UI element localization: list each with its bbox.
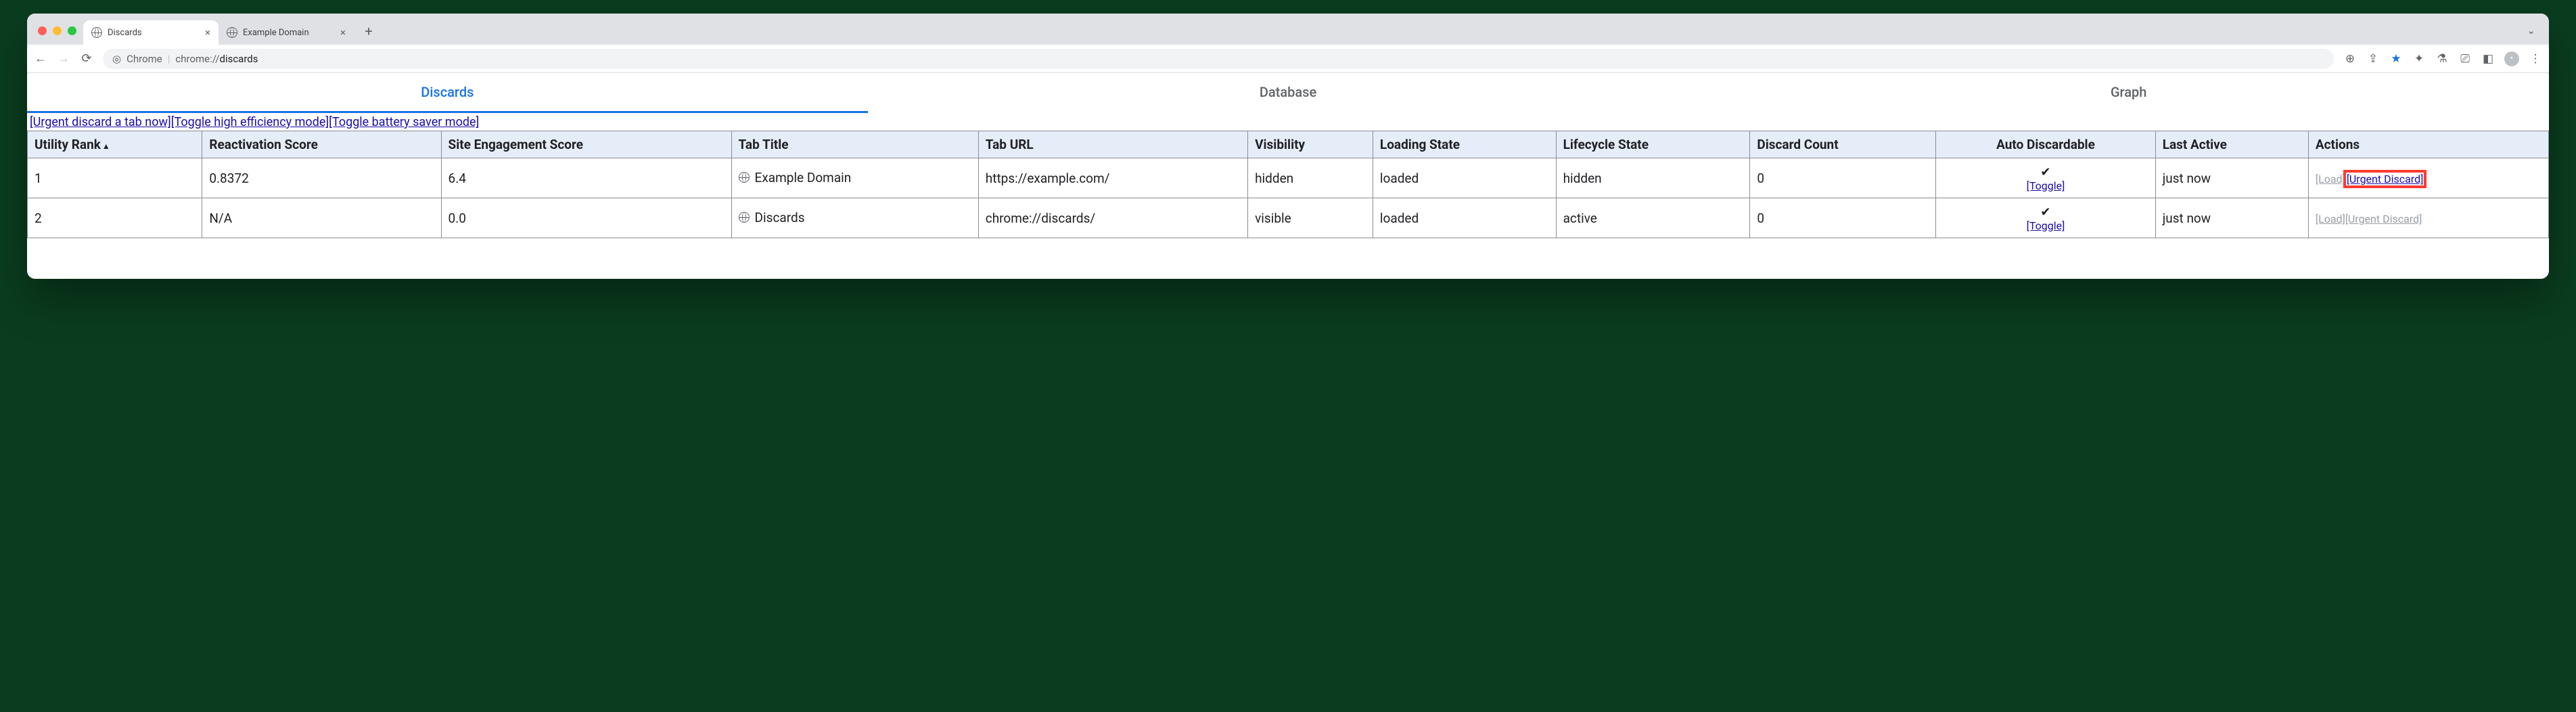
cell-auto-discardable: ✔[Toggle] — [1936, 198, 2155, 238]
new-tab-button[interactable]: + — [359, 23, 378, 39]
url-prefix: Chrome — [127, 53, 162, 65]
cell-discard-count: 0 — [1750, 198, 1936, 238]
urgent-discard-now-link[interactable]: [Urgent discard a tab now] — [30, 115, 171, 129]
address-bar[interactable]: ◎ Chrome | chrome://discards — [103, 49, 2334, 69]
col-loading-state[interactable]: Loading State — [1373, 131, 1556, 158]
cell-reactivation: N/A — [202, 198, 441, 238]
cell-reactivation: 0.8372 — [202, 158, 441, 198]
tab-graph[interactable]: Graph — [1708, 73, 2549, 113]
cell-auto-discardable: ✔[Toggle] — [1936, 158, 2155, 198]
col-lifecycle-state[interactable]: Lifecycle State — [1556, 131, 1750, 158]
table-row: 10.83726.4Example Domainhttps://example.… — [28, 158, 2549, 198]
browser-window: Discards × Example Domain × + ⌄ ← → ⟳ ◎ … — [27, 14, 2549, 279]
cell-title: Example Domain — [731, 158, 978, 198]
labs-icon[interactable]: ⚗ — [2435, 52, 2449, 66]
sidepanel-icon[interactable]: ◧ — [2481, 52, 2495, 66]
close-tab-icon[interactable]: × — [205, 26, 210, 39]
toggle-high-efficiency-link[interactable]: [Toggle high efficiency mode] — [171, 115, 329, 129]
tab-strip: Discards × Example Domain × + ⌄ — [27, 14, 2549, 45]
cell-title: Discards — [731, 198, 978, 238]
cell-loading: loaded — [1373, 158, 1556, 198]
back-icon[interactable]: ← — [34, 51, 47, 66]
cell-lifecycle: hidden — [1556, 158, 1750, 198]
cell-actions: [Load][Urgent Discard] — [2308, 158, 2548, 198]
browser-tab-example[interactable]: Example Domain × — [218, 20, 354, 45]
expand-icon[interactable]: ⌄ — [2527, 24, 2535, 37]
col-last-active[interactable]: Last Active — [2155, 131, 2308, 158]
close-tab-icon[interactable]: × — [340, 26, 346, 39]
cell-last-active: just now — [2155, 198, 2308, 238]
toggle-link[interactable]: [Toggle] — [1943, 219, 2148, 232]
col-actions[interactable]: Actions — [2308, 131, 2548, 158]
tab-title: Example Domain — [243, 28, 309, 38]
load-action-link[interactable]: [Load] — [2316, 173, 2345, 185]
check-icon: ✔ — [2040, 205, 2050, 219]
discards-table: Utility Rank Reactivation Score Site Eng… — [27, 131, 2549, 238]
cell-site-engagement: 0.0 — [441, 198, 731, 238]
cell-visibility: visible — [1248, 198, 1373, 238]
toolbar: ← → ⟳ ◎ Chrome | chrome://discards ⊕ ⇪ ★… — [27, 45, 2549, 73]
minimize-window-dot[interactable] — [53, 26, 62, 35]
share-icon[interactable]: ⇪ — [2366, 52, 2380, 66]
top-link-bar: [Urgent discard a tab now][Toggle high e… — [27, 114, 2549, 131]
cell-loading: loaded — [1373, 198, 1556, 238]
cell-lifecycle: active — [1556, 198, 1750, 238]
site-info-icon[interactable]: ◎ — [112, 53, 121, 65]
col-auto-discardable[interactable]: Auto Discardable — [1936, 131, 2155, 158]
cell-rank: 1 — [28, 158, 202, 198]
extensions-icon[interactable]: ✦ — [2412, 52, 2426, 66]
traffic-lights — [38, 26, 76, 35]
globe-icon — [739, 212, 750, 223]
col-reactivation-score[interactable]: Reactivation Score — [202, 131, 441, 158]
globe-icon — [227, 27, 237, 38]
col-visibility[interactable]: Visibility — [1248, 131, 1373, 158]
cell-visibility: hidden — [1248, 158, 1373, 198]
cell-last-active: just now — [2155, 158, 2308, 198]
cell-url: chrome://discards/ — [978, 198, 1247, 238]
browser-tab-discards[interactable]: Discards × — [83, 20, 218, 45]
zoom-icon[interactable]: ⊕ — [2343, 52, 2357, 66]
menu-icon[interactable]: ⋮ — [2529, 52, 2542, 66]
close-window-dot[interactable] — [38, 26, 47, 35]
globe-icon — [739, 172, 750, 183]
table-body: 10.83726.4Example Domainhttps://example.… — [28, 158, 2549, 238]
globe-icon — [91, 27, 102, 38]
url-dim: chrome:// — [175, 53, 219, 65]
tab-title: Discards — [108, 28, 142, 38]
cell-url: https://example.com/ — [978, 158, 1247, 198]
url-path: discards — [219, 53, 258, 65]
profile-avatar[interactable]: • — [2504, 51, 2519, 66]
col-tab-url[interactable]: Tab URL — [978, 131, 1247, 158]
check-icon: ✔ — [2040, 165, 2050, 179]
maximize-window-dot[interactable] — [68, 26, 76, 35]
toggle-link[interactable]: [Toggle] — [1943, 179, 2148, 192]
cast-icon[interactable]: ⎚ — [2458, 52, 2472, 66]
cell-actions: [Load][Urgent Discard] — [2308, 198, 2548, 238]
load-action-link[interactable]: [Load] — [2316, 213, 2345, 225]
bookmark-star-icon[interactable]: ★ — [2389, 52, 2403, 66]
table-header: Utility Rank Reactivation Score Site Eng… — [28, 131, 2549, 158]
col-tab-title[interactable]: Tab Title — [731, 131, 978, 158]
urgent-discard-action-link[interactable]: [Urgent Discard] — [2345, 213, 2422, 225]
col-discard-count[interactable]: Discard Count — [1750, 131, 1936, 158]
tab-database[interactable]: Database — [868, 73, 1709, 113]
toggle-battery-saver-link[interactable]: [Toggle battery saver mode] — [329, 115, 479, 129]
tab-discards[interactable]: Discards — [27, 73, 868, 113]
urgent-discard-action-link[interactable]: [Urgent Discard] — [2345, 172, 2425, 186]
cell-site-engagement: 6.4 — [441, 158, 731, 198]
col-site-engagement[interactable]: Site Engagement Score — [441, 131, 731, 158]
reload-icon[interactable]: ⟳ — [80, 51, 93, 66]
forward-icon[interactable]: → — [57, 51, 70, 66]
page-tab-bar: Discards Database Graph — [27, 73, 2549, 114]
col-utility-rank[interactable]: Utility Rank — [28, 131, 202, 158]
cell-discard-count: 0 — [1750, 158, 1936, 198]
table-row: 2N/A0.0Discardschrome://discards/visible… — [28, 198, 2549, 238]
cell-rank: 2 — [28, 198, 202, 238]
